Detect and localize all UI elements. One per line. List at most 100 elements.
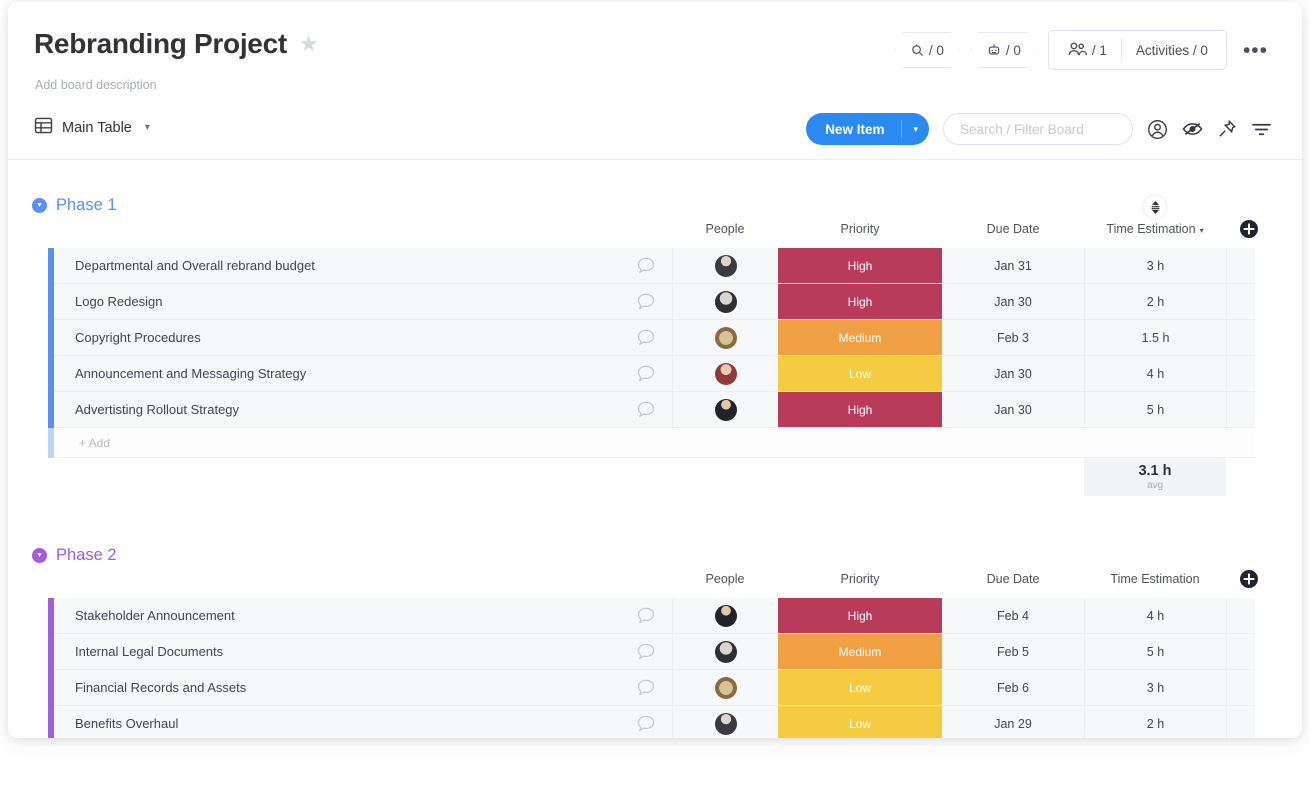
board-description[interactable]: Add board description <box>35 78 157 92</box>
person-avatar[interactable] <box>672 248 778 283</box>
sort-updown-icon[interactable] <box>1144 196 1166 218</box>
board-members-button[interactable]: / 1 <box>1053 41 1121 60</box>
comment-bubble-icon[interactable] <box>620 706 672 738</box>
time-estimation-cell[interactable]: 2 h <box>1084 706 1226 738</box>
column-header-people[interactable]: People <box>672 222 778 236</box>
column-header-due-date[interactable]: Due Date <box>942 572 1084 586</box>
activity-log-pill[interactable]: / 0 <box>894 32 959 68</box>
person-avatar[interactable] <box>672 634 778 669</box>
time-estimation-cell[interactable]: 4 h <box>1084 356 1226 391</box>
time-estimation-value: 4 h <box>1146 366 1165 381</box>
time-estimation-cell[interactable]: 5 h <box>1084 392 1226 427</box>
row-item-name[interactable]: Logo Redesign <box>54 294 162 309</box>
person-avatar[interactable] <box>672 320 778 355</box>
row-item-name[interactable]: Stakeholder Announcement <box>54 608 235 623</box>
row-item-name[interactable]: Financial Records and Assets <box>54 680 246 695</box>
due-date-cell[interactable]: Jan 30 <box>942 356 1084 391</box>
person-avatar[interactable] <box>672 284 778 319</box>
time-estimation-cell[interactable]: 5 h <box>1084 634 1226 669</box>
more-options-button[interactable]: ••• <box>1239 40 1272 61</box>
time-estimation-cell[interactable]: 3 h <box>1084 670 1226 705</box>
column-header-label: Due Date <box>986 572 1040 586</box>
table-row: Stakeholder Announcement High Feb 4 4 h <box>48 598 1255 634</box>
due-date-cell[interactable]: Jan 30 <box>942 392 1084 427</box>
new-item-dropdown-icon[interactable]: ▾ <box>902 113 929 145</box>
search-input[interactable]: Search / Filter Board <box>943 113 1133 145</box>
column-header-people[interactable]: People <box>672 572 778 586</box>
avatar-dog-icon <box>714 676 737 699</box>
due-date-cell[interactable]: Feb 3 <box>942 320 1084 355</box>
row-item-name[interactable]: Announcement and Messaging Strategy <box>54 366 306 381</box>
automations-pill[interactable]: / 0 <box>970 32 1036 68</box>
star-icon[interactable]: ★ <box>299 33 319 55</box>
add-column-button[interactable] <box>1239 569 1259 594</box>
column-header-due-date[interactable]: Due Date <box>942 222 1084 236</box>
priority-cell[interactable]: Medium <box>778 634 942 669</box>
row-body: Financial Records and Assets Low Feb 6 3 h <box>54 670 1255 706</box>
priority-cell[interactable]: High <box>778 284 942 319</box>
priority-cell[interactable]: Low <box>778 670 942 705</box>
empty-cell <box>1226 392 1255 427</box>
row-item-name[interactable]: Copyright Procedures <box>54 330 201 345</box>
column-header-time-estimation[interactable]: Time Estimation <box>1084 572 1226 586</box>
priority-cell[interactable]: High <box>778 598 942 633</box>
column-header-priority[interactable]: Priority <box>778 222 942 236</box>
priority-cell[interactable]: High <box>778 392 942 427</box>
pin-icon[interactable] <box>1217 119 1237 139</box>
priority-cell[interactable]: High <box>778 248 942 283</box>
group-collapse-icon[interactable]: ▼ <box>32 547 47 563</box>
row-item-name[interactable]: Internal Legal Documents <box>54 644 223 659</box>
priority-cell[interactable]: Low <box>778 706 942 738</box>
time-estimation-cell[interactable]: 4 h <box>1084 598 1226 633</box>
column-header-time-estimation[interactable]: Time Estimation ▾ <box>1084 222 1226 236</box>
row-item-name[interactable]: Benefits Overhaul <box>54 716 178 731</box>
due-date-cell[interactable]: Feb 4 <box>942 598 1084 633</box>
hide-eye-icon[interactable] <box>1182 121 1203 137</box>
column-header-priority[interactable]: Priority <box>778 572 942 586</box>
priority-cell[interactable]: Low <box>778 356 942 391</box>
filter-icon[interactable] <box>1251 121 1272 138</box>
due-date-cell[interactable]: Feb 6 <box>942 670 1084 705</box>
add-column-button[interactable] <box>1239 219 1259 244</box>
group-name[interactable]: Phase 1 <box>56 196 117 215</box>
comment-bubble-icon[interactable] <box>620 248 672 283</box>
activities-button[interactable]: Activities / 0 <box>1122 43 1222 58</box>
person-avatar[interactable] <box>672 392 778 427</box>
group-name[interactable]: Phase 2 <box>56 546 117 565</box>
person-avatar[interactable] <box>672 670 778 705</box>
priority-cell[interactable]: Medium <box>778 320 942 355</box>
due-date-cell[interactable]: Feb 5 <box>942 634 1084 669</box>
comment-bubble-icon[interactable] <box>620 598 672 633</box>
due-date-cell[interactable]: Jan 30 <box>942 284 1084 319</box>
due-date-cell[interactable]: Jan 29 <box>942 706 1084 738</box>
person-avatar[interactable] <box>672 356 778 391</box>
automation-robot-icon <box>986 43 1002 58</box>
add-item-label: + Add <box>79 435 111 450</box>
comment-bubble-icon[interactable] <box>620 670 672 705</box>
time-estimation-cell[interactable]: 2 h <box>1084 284 1226 319</box>
comment-bubble-icon[interactable] <box>620 320 672 355</box>
comment-bubble-icon[interactable] <box>620 356 672 391</box>
chevron-down-icon[interactable]: ▾ <box>1200 226 1204 235</box>
row-item-name[interactable]: Departmental and Overall rebrand budget <box>54 258 315 273</box>
comment-bubble-icon[interactable] <box>620 634 672 669</box>
due-date-cell[interactable]: Jan 31 <box>942 248 1084 283</box>
comment-bubble-icon[interactable] <box>620 284 672 319</box>
group-collapse-icon[interactable]: ▼ <box>32 197 47 213</box>
person-circle-icon[interactable] <box>1147 119 1168 140</box>
row-body: Logo Redesign High Jan 30 2 h <box>54 284 1255 320</box>
tab-main-table[interactable]: Main Table ▾ <box>34 116 150 139</box>
person-avatar[interactable] <box>672 598 778 633</box>
add-item-row[interactable]: + Add <box>48 428 1255 458</box>
time-estimation-cell[interactable]: 1.5 h <box>1084 320 1226 355</box>
table-row: Advertisting Rollout Strategy High Jan 30 5… <box>48 392 1255 428</box>
group-summary[interactable]: 3.1 h avg <box>1084 458 1226 496</box>
empty-cell <box>1226 706 1255 738</box>
new-item-button[interactable]: New Item ▾ <box>806 113 929 145</box>
row-item-name[interactable]: Advertisting Rollout Strategy <box>54 402 239 417</box>
time-estimation-cell[interactable]: 3 h <box>1084 248 1226 283</box>
person-avatar[interactable] <box>672 706 778 738</box>
chevron-down-icon[interactable]: ▾ <box>145 122 150 133</box>
priority-label: Low <box>778 706 942 738</box>
comment-bubble-icon[interactable] <box>620 392 672 427</box>
